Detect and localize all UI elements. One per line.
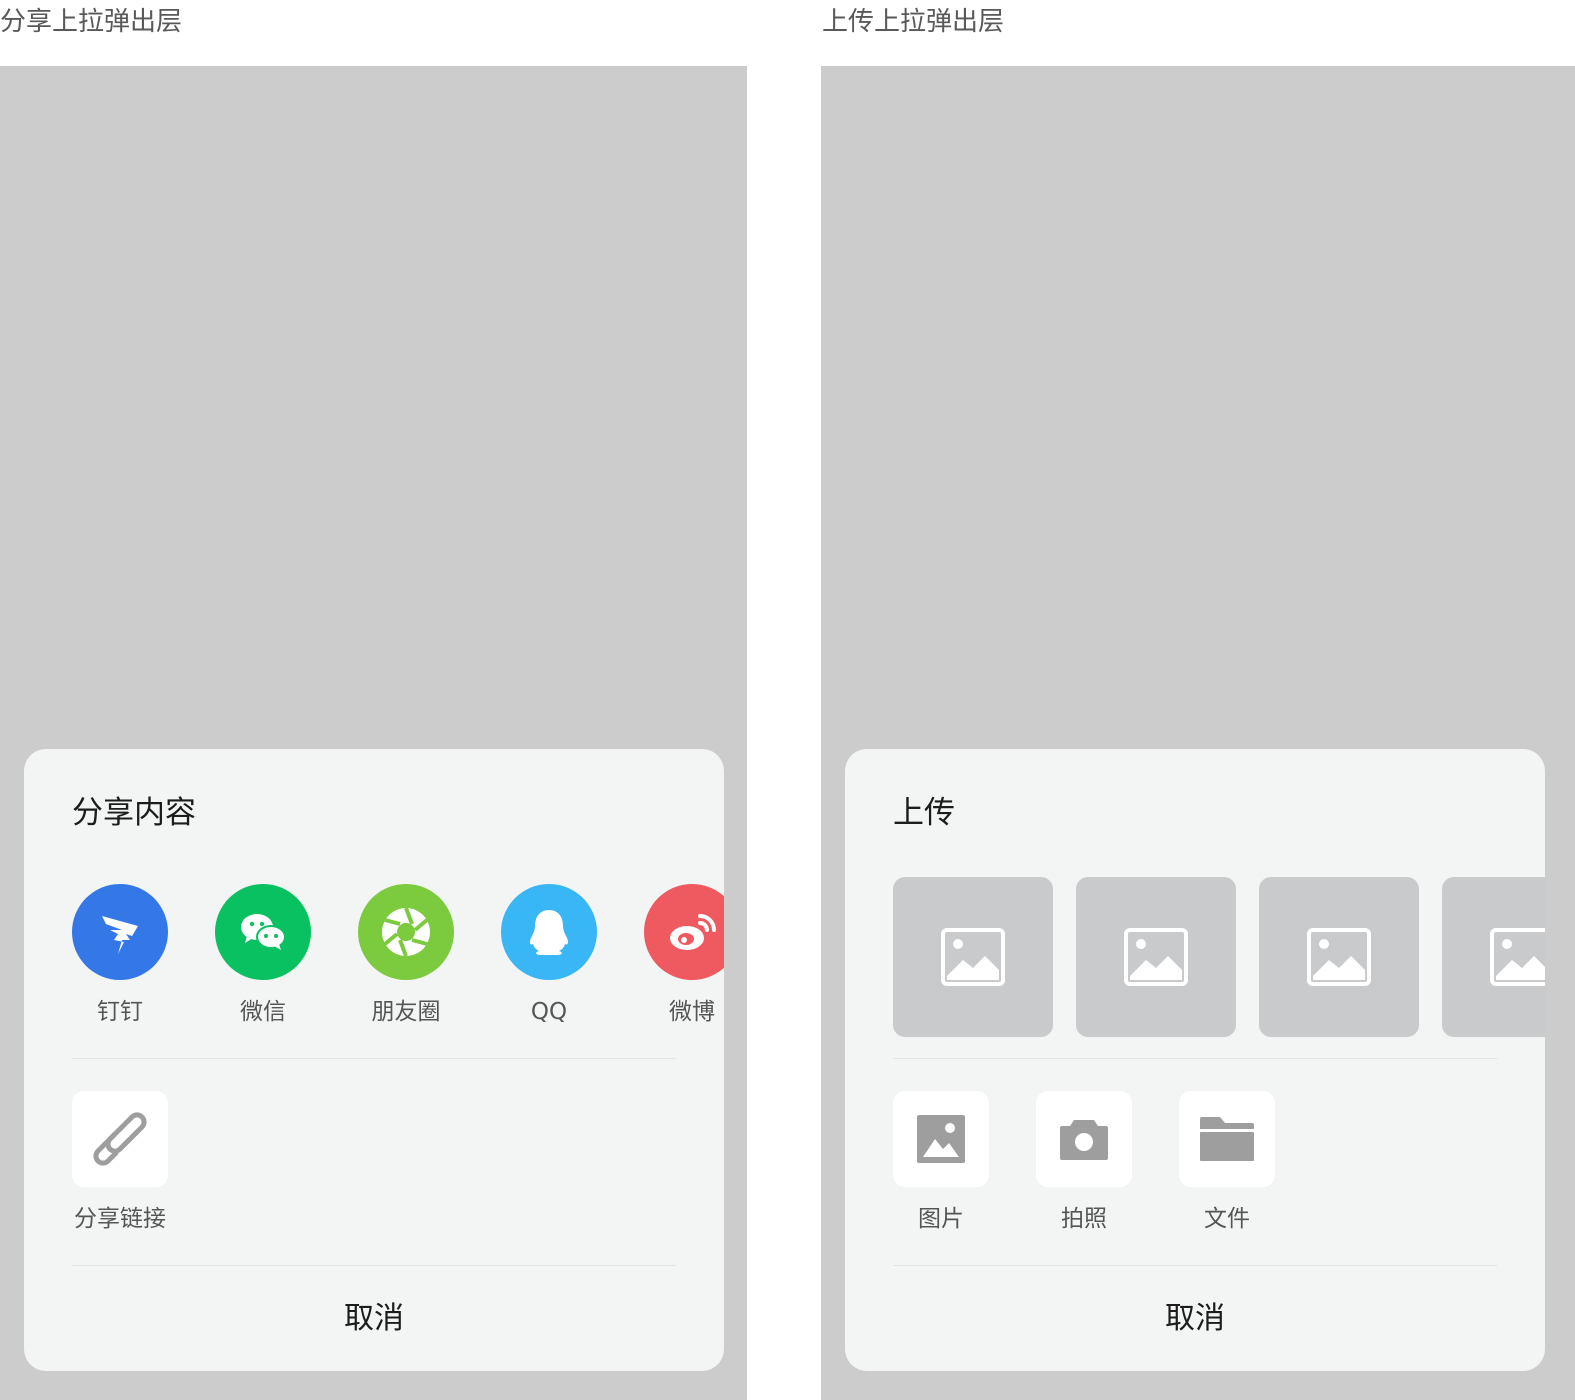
- share-link-option[interactable]: 分享链接: [72, 1091, 168, 1235]
- upload-screen-overlay[interactable]: 上传 图片 拍照 文件 取消: [821, 66, 1575, 1400]
- divider: [72, 1265, 676, 1266]
- divider: [72, 1058, 676, 1059]
- folder-icon: [1179, 1091, 1275, 1187]
- share-sheet-title: 分享内容: [72, 795, 196, 831]
- image-icon: [893, 1091, 989, 1187]
- share-target-label: 钉钉: [97, 999, 143, 1025]
- image-placeholder-icon: [1124, 928, 1188, 986]
- share-target-wechat[interactable]: 微信: [215, 884, 311, 1028]
- upload-thumbnail[interactable]: [1259, 877, 1419, 1037]
- share-link-label: 分享链接: [74, 1206, 166, 1232]
- upload-thumbnail[interactable]: [1076, 877, 1236, 1037]
- wechat-icon: [215, 884, 311, 980]
- share-sheet-caption: 分享上拉弹出层: [0, 7, 183, 37]
- share-target-label: 微信: [240, 999, 286, 1025]
- share-target-moments[interactable]: 朋友圈: [358, 884, 454, 1028]
- weibo-icon: [644, 884, 724, 980]
- upload-option-label: 文件: [1204, 1206, 1250, 1232]
- upload-option-camera[interactable]: 拍照: [1036, 1091, 1132, 1235]
- share-target-dingtalk[interactable]: 钉钉: [72, 884, 168, 1028]
- image-placeholder-icon: [1307, 928, 1371, 986]
- image-placeholder-icon: [941, 928, 1005, 986]
- upload-thumbnail[interactable]: [893, 877, 1053, 1037]
- dingtalk-icon: [72, 884, 168, 980]
- upload-thumbnail[interactable]: [1442, 877, 1545, 1037]
- upload-sheet-title: 上传: [893, 795, 955, 831]
- share-target-label: 朋友圈: [371, 999, 441, 1025]
- share-target-label: QQ: [530, 999, 568, 1025]
- moments-icon: [358, 884, 454, 980]
- camera-icon: [1036, 1091, 1132, 1187]
- image-placeholder-icon: [1490, 928, 1545, 986]
- divider: [893, 1265, 1497, 1266]
- share-targets-row: 钉钉 微信 朋友圈 QQ 微博: [72, 884, 724, 1034]
- cancel-button[interactable]: 取消: [845, 1299, 1545, 1339]
- upload-option-label: 图片: [918, 1206, 964, 1232]
- share-screen-overlay[interactable]: 分享内容 钉钉 微信 朋友圈 QQ 微博 分享链接 取消: [0, 66, 747, 1400]
- share-target-weibo[interactable]: 微博: [644, 884, 724, 1028]
- upload-sheet-caption: 上传上拉弹出层: [822, 7, 1005, 37]
- upload-bottom-sheet: 上传 图片 拍照 文件 取消: [845, 749, 1545, 1371]
- qq-icon: [501, 884, 597, 980]
- share-bottom-sheet: 分享内容 钉钉 微信 朋友圈 QQ 微博 分享链接 取消: [24, 749, 724, 1371]
- divider: [893, 1058, 1497, 1059]
- link-icon: [72, 1091, 168, 1187]
- upload-option-file[interactable]: 文件: [1179, 1091, 1275, 1235]
- cancel-button[interactable]: 取消: [24, 1299, 724, 1339]
- upload-option-image[interactable]: 图片: [893, 1091, 989, 1235]
- share-target-qq[interactable]: QQ: [501, 884, 597, 1028]
- share-target-label: 微博: [669, 999, 715, 1025]
- upload-option-label: 拍照: [1061, 1206, 1107, 1232]
